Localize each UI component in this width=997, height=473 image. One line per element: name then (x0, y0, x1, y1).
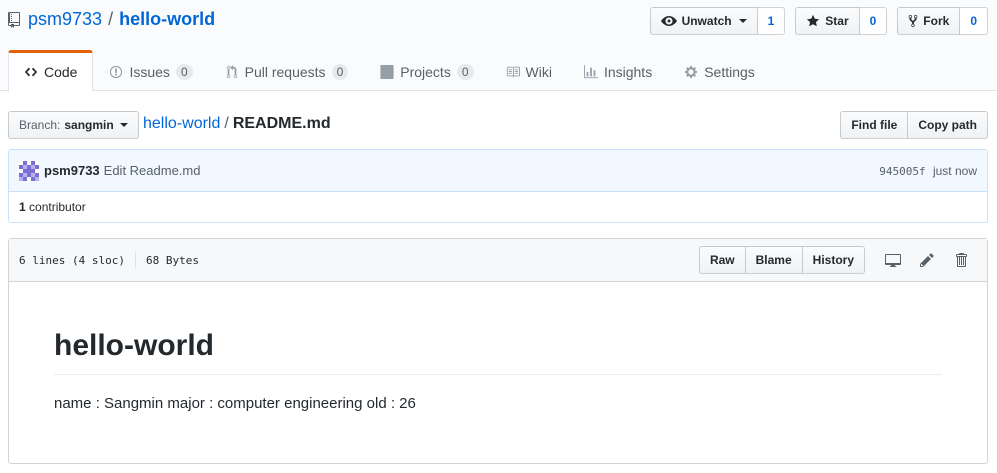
breadcrumb: hello-world / README.md (143, 115, 331, 133)
star-button[interactable]: Star (795, 7, 860, 35)
repo-icon (8, 11, 20, 28)
raw-button[interactable]: Raw (698, 246, 746, 274)
readme-body: name : Sangmin major : computer engineer… (54, 394, 416, 412)
tab-wiki-label: Wiki (525, 63, 552, 80)
file-view-buttons: Raw Blame History (698, 246, 865, 274)
commit-box: psm9733 Edit Readme.md 945005f just now … (8, 149, 988, 223)
file-header: 6 lines (4 sloc) 68 Bytes Raw Blame Hist… (9, 239, 987, 282)
commit-meta: 945005f just now (879, 164, 977, 178)
breadcrumb-file: README.md (232, 115, 331, 132)
branch-select-button[interactable]: Branch: sangmin (8, 111, 139, 139)
tab-issues[interactable]: Issues 0 (93, 50, 208, 91)
contributors-label: contributor (29, 200, 86, 214)
desktop-icon (885, 254, 901, 267)
star-count[interactable]: 0 (859, 7, 888, 35)
repo-owner-link[interactable]: psm9733 (28, 9, 102, 30)
file-info: 6 lines (4 sloc) 68 Bytes (19, 251, 199, 269)
commit-message-link[interactable]: Edit Readme.md (104, 163, 201, 178)
blame-button[interactable]: Blame (745, 246, 803, 274)
contributors-count: 1 (19, 200, 26, 214)
tab-settings-label: Settings (704, 63, 755, 80)
star-icon (807, 14, 820, 27)
chevron-down-icon (119, 123, 128, 127)
commit-sha-link[interactable]: 945005f (879, 165, 925, 178)
branch-name: sangmin (64, 118, 114, 132)
fork-count[interactable]: 0 (960, 7, 988, 35)
avatar[interactable] (19, 160, 39, 181)
tab-code-label: Code (44, 64, 78, 80)
pagehead-actions: Unwatch 1 Star 0 Fork 0 (649, 7, 988, 35)
repo-header: psm9733 / hello-world Unwatch 1 Star 0 F… (0, 0, 997, 92)
branch-prefix: Branch: (19, 118, 61, 132)
readme-content: hello-world name : Sangmin major : compu… (9, 282, 987, 460)
file-info-divider (134, 251, 136, 269)
graph-icon (583, 64, 598, 78)
fork-icon (908, 14, 918, 28)
unwatch-label: Unwatch (681, 14, 732, 28)
repo-title: psm9733 / hello-world (8, 9, 215, 30)
commit-author-link[interactable]: psm9733 (44, 163, 100, 178)
repo-nav: Code Issues 0 Pull requests 0 Projects 0… (8, 50, 771, 92)
breadcrumb-separator: / (224, 115, 229, 132)
commit-time: just now (932, 163, 977, 178)
trashcan-icon (956, 253, 967, 267)
watch-count[interactable]: 1 (757, 7, 786, 35)
watch-group: Unwatch 1 (649, 7, 786, 35)
tab-code[interactable]: Code (8, 50, 94, 92)
issues-counter: 0 (175, 63, 193, 80)
copy-path-button[interactable]: Copy path (908, 111, 988, 139)
tab-projects-label: Projects (400, 63, 451, 80)
commit-tease: psm9733 Edit Readme.md 945005f just now (9, 150, 987, 192)
fork-button[interactable]: Fork (897, 7, 961, 35)
edit-button[interactable] (911, 246, 943, 274)
find-file-button[interactable]: Find file (840, 111, 909, 139)
repo-name-link[interactable]: hello-world (119, 9, 215, 30)
tab-pull-requests-label: Pull requests (244, 63, 326, 80)
tab-insights[interactable]: Insights (568, 50, 668, 91)
book-icon (506, 66, 520, 77)
breadcrumb-repo-link[interactable]: hello-world (143, 115, 220, 132)
project-icon (380, 64, 394, 79)
tab-issues-label: Issues (129, 63, 170, 80)
tab-pull-requests[interactable]: Pull requests 0 (209, 50, 365, 91)
eye-icon (660, 16, 677, 26)
code-icon (24, 67, 38, 77)
readme-heading: hello-world (54, 327, 942, 375)
file-box: 6 lines (4 sloc) 68 Bytes Raw Blame Hist… (8, 238, 988, 464)
star-label: Star (825, 14, 849, 28)
desktop-button[interactable] (877, 246, 909, 274)
gear-icon (685, 65, 698, 78)
pencil-icon (920, 253, 934, 267)
tab-insights-label: Insights (603, 63, 653, 80)
pull-request-icon (226, 64, 237, 78)
contributors-row[interactable]: 1 contributor (9, 192, 987, 222)
pulls-counter: 0 (331, 63, 349, 80)
history-button[interactable]: History (802, 246, 865, 274)
unwatch-button[interactable]: Unwatch (649, 7, 758, 35)
issue-icon (110, 65, 123, 78)
fork-label: Fork (923, 14, 950, 28)
file-size: 68 Bytes (145, 253, 199, 267)
tab-settings[interactable]: Settings (668, 50, 771, 91)
chevron-down-icon (738, 19, 747, 23)
file-header-actions: Raw Blame History (698, 246, 977, 274)
file-actions: Find file Copy path (840, 111, 988, 139)
tab-projects[interactable]: Projects 0 (364, 50, 489, 91)
fork-group: Fork 0 (897, 7, 988, 35)
projects-counter: 0 (456, 63, 474, 80)
star-group: Star 0 (795, 7, 888, 35)
file-lines: 6 lines (4 sloc) (19, 253, 125, 267)
tab-wiki[interactable]: Wiki (490, 50, 568, 91)
delete-button[interactable] (945, 246, 977, 274)
repo-separator: / (108, 9, 114, 29)
file-navigation: Branch: sangmin hello-world / README.md Fi… (8, 111, 988, 140)
